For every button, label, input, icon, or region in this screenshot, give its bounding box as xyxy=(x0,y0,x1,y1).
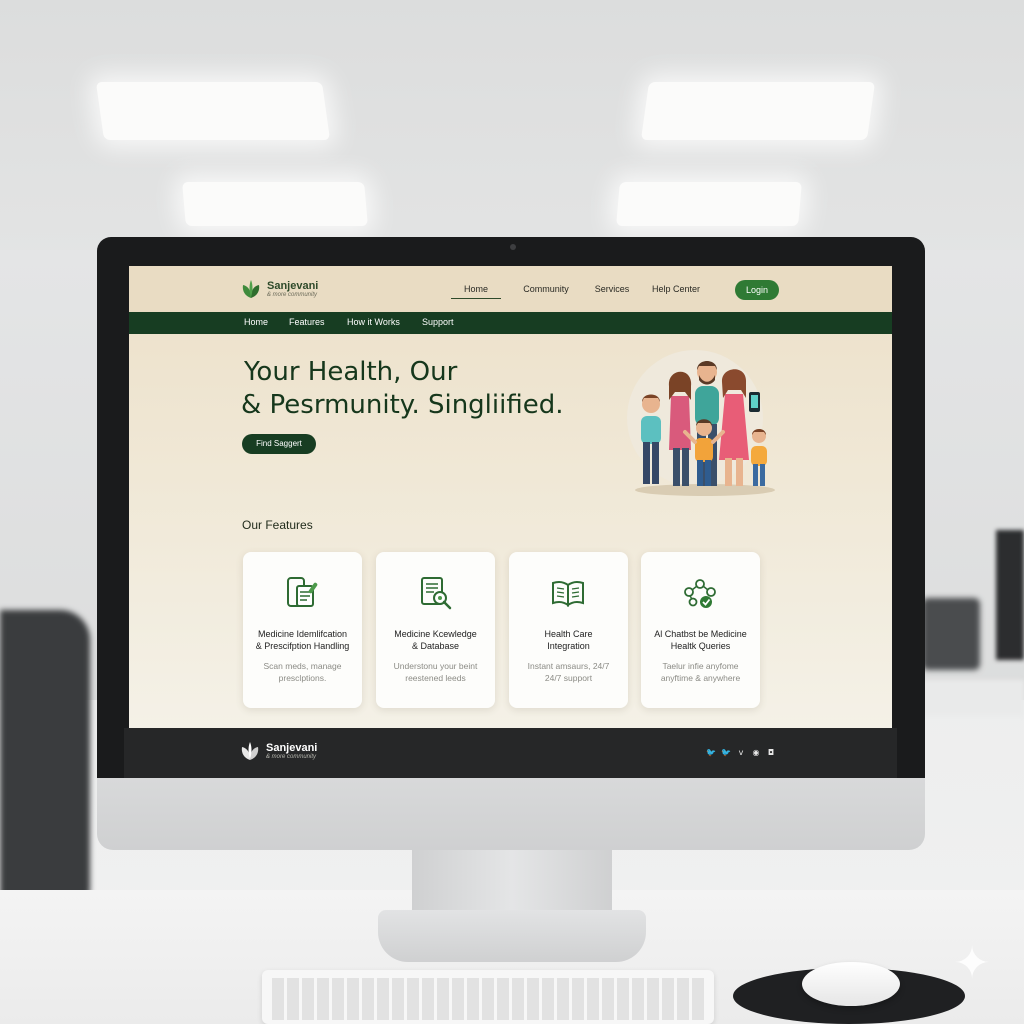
feature-title-line: Health Care xyxy=(544,629,593,639)
website-screen: Sanjevani & more community Home Communit… xyxy=(129,266,892,728)
feature-title: Al Chatbst be Medicine Healtk Queries xyxy=(645,628,756,652)
feature-title-line: Medicine Idemlifcation xyxy=(257,629,348,639)
topnav-home[interactable]: Home xyxy=(451,284,501,299)
background-monitor xyxy=(996,530,1024,660)
brand-text: Sanjevani & more community xyxy=(267,280,318,299)
feature-title-line: & Prescifption Handling xyxy=(255,641,350,651)
feature-title: Medicine Idemlifcation & Prescifption Ha… xyxy=(247,628,358,652)
login-button[interactable]: Login xyxy=(735,280,779,300)
subnav-how-it-works[interactable]: How it Works xyxy=(347,317,400,327)
brand-logo[interactable]: Sanjevani & more community xyxy=(239,278,318,300)
sparkle-icon: ✦ xyxy=(953,938,991,989)
top-header: Sanjevani & more community Home Communit… xyxy=(129,266,892,312)
feature-description-line: 24/7 support xyxy=(544,673,593,683)
feature-description: Scan meds, manage presclptions. xyxy=(247,660,358,684)
background-desk xyxy=(920,680,1024,716)
features-heading: Our Features xyxy=(242,518,313,532)
footer-logo[interactable]: Sanjevani & more community xyxy=(238,740,317,762)
ceiling-light xyxy=(640,82,876,140)
subnav-features[interactable]: Features xyxy=(289,317,325,327)
keyboard-keys xyxy=(272,978,704,1020)
monitor-stand-foot xyxy=(378,910,646,962)
feature-description-line: Scan meds, manage xyxy=(263,661,342,671)
document-search-icon xyxy=(421,577,452,610)
keyboard xyxy=(262,970,714,1024)
social-links: 🐦 🐦 v ◉ ◘ xyxy=(706,748,776,758)
feature-description: Instant amsaurs, 24/7 24/7 support xyxy=(513,660,624,684)
monitor-stand-neck xyxy=(412,850,612,914)
footer-brand-name: Sanjevani xyxy=(266,741,318,754)
phone-prescription-icon xyxy=(287,577,318,607)
feature-title-line: & Database xyxy=(411,641,460,651)
footer-brand-tagline: & more community xyxy=(266,753,317,760)
family-illustration xyxy=(627,350,775,496)
feature-title-line: Medicine Kcewledge xyxy=(394,629,477,639)
feature-description-line: Taelur infie anyfome xyxy=(662,661,739,671)
ceiling-light xyxy=(616,182,802,226)
feature-title-line: Integration xyxy=(547,641,590,651)
hero-title: Your Health, Our & Pesrmunity. Singliifi… xyxy=(241,356,644,422)
vimeo-icon[interactable]: v xyxy=(736,748,746,758)
secondary-navigation: Home Features How it Works Support xyxy=(129,312,892,334)
topnav-services[interactable]: Services xyxy=(581,284,643,299)
twitter-icon[interactable]: 🐦 xyxy=(721,748,731,758)
feature-title: Health Care Integration xyxy=(513,628,624,652)
feature-description-line: reestened leeds xyxy=(405,673,466,683)
topnav-community[interactable]: Community xyxy=(511,284,581,299)
footer-brand-text: Sanjevani & more community xyxy=(266,742,317,761)
top-navigation: Home Community Services Help Center xyxy=(439,284,709,299)
subnav-home[interactable]: Home xyxy=(244,317,268,327)
mouse xyxy=(802,962,900,1006)
feature-card-medicine-knowledge[interactable]: Medicine Kcewledge & Database Understonu… xyxy=(376,552,495,708)
feature-title-line: Healtk Queries xyxy=(670,641,731,651)
feature-description: Taelur infie anyfome anyftime & anywhere xyxy=(645,660,756,684)
twitter-icon[interactable]: 🐦 xyxy=(706,748,716,758)
feature-description-line: anyftime & anywhere xyxy=(660,673,741,683)
office-ceiling xyxy=(0,0,1024,260)
feature-description: Understonu your beint reestened leeds xyxy=(380,660,491,684)
feature-description-line: Instant amsaurs, 24/7 xyxy=(527,661,610,671)
feature-description-line: presclptions. xyxy=(278,673,327,683)
background-chair xyxy=(922,598,980,670)
feature-title-line: Al Chatbst be Medicine xyxy=(654,629,747,639)
chatbot-network-icon xyxy=(684,579,716,608)
brand-name: Sanjevani xyxy=(267,279,319,292)
feature-title: Medicine Kcewledge & Database xyxy=(380,628,491,652)
office-chair xyxy=(0,610,90,900)
find-support-button[interactable]: Find Saggert xyxy=(242,434,316,454)
open-book-icon xyxy=(552,580,584,607)
subnav-support[interactable]: Support xyxy=(422,317,454,327)
monitor-chin xyxy=(97,778,925,850)
feature-card-health-care-integration[interactable]: Health Care Integration Instant amsaurs,… xyxy=(509,552,628,708)
hero-title-line-1: Your Health, Our xyxy=(244,357,458,387)
feature-description-line: Understonu your beint xyxy=(393,661,478,671)
hero-title-line-2: & Pesrmunity. Singliified. xyxy=(241,390,564,420)
site-footer: Sanjevani & more community 🐦 🐦 v ◉ ◘ xyxy=(124,728,897,778)
pinterest-icon[interactable]: ◉ xyxy=(751,748,761,758)
ceiling-light xyxy=(95,82,331,140)
topnav-help-center[interactable]: Help Center xyxy=(643,284,709,299)
ceiling-light xyxy=(182,182,368,226)
webcam xyxy=(510,244,516,250)
brand-tagline: & more community xyxy=(267,291,318,298)
leaf-logo-icon xyxy=(241,742,259,760)
instagram-icon[interactable]: ◘ xyxy=(766,748,776,758)
feature-card-ai-chatbot[interactable]: Al Chatbst be Medicine Healtk Queries Ta… xyxy=(641,552,760,708)
feature-card-medicine-identification[interactable]: Medicine Idemlifcation & Prescifption Ha… xyxy=(243,552,362,708)
leaf-logo-icon xyxy=(242,280,260,298)
